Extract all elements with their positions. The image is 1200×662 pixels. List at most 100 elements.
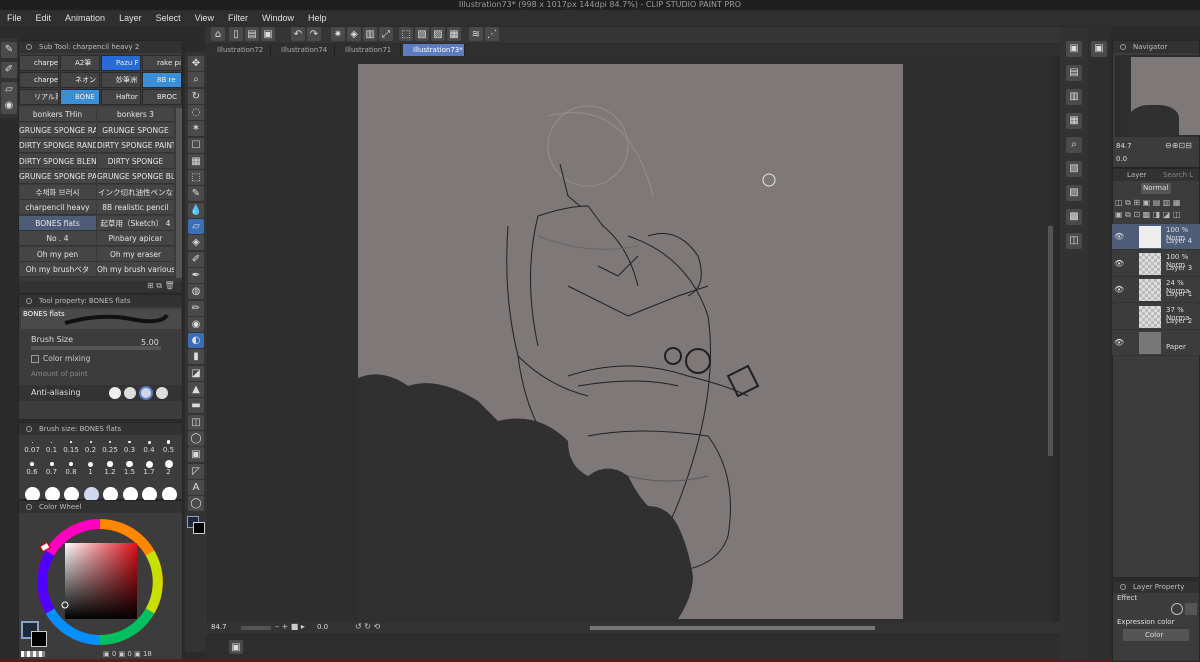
dock-auto-icon[interactable]: ▩ <box>1066 209 1082 225</box>
dock-history-icon[interactable]: ▥ <box>1066 89 1082 105</box>
fill-icon[interactable]: ◈ <box>347 27 361 41</box>
brush-size-preset[interactable] <box>109 441 111 443</box>
subtool-cell[interactable]: ネオン <box>60 72 100 88</box>
decoration-icon[interactable]: ✒ <box>188 267 204 283</box>
redo-icon[interactable]: ↷ <box>307 27 321 41</box>
brush-size-preset[interactable] <box>128 440 131 444</box>
vector-icon[interactable]: ◸ <box>188 463 204 479</box>
brush-size-preset[interactable] <box>31 441 33 443</box>
ellipse-icon[interactable]: ◯ <box>188 430 204 446</box>
aa-weak-option[interactable] <box>124 387 136 399</box>
canvas-angle-value[interactable]: 0.0 <box>317 623 328 631</box>
brush-item[interactable]: bonkers 3 <box>97 107 174 122</box>
dock-item-icon[interactable]: ▣ <box>1066 41 1082 57</box>
brush-item[interactable]: charpencil heavy <box>19 200 96 215</box>
brush-size-preset[interactable] <box>51 441 52 443</box>
transparent-swatch[interactable] <box>21 651 45 657</box>
brush-size-preset[interactable] <box>147 440 151 444</box>
balloon-icon[interactable]: ◯ <box>188 496 204 512</box>
eraser-tool-icon[interactable]: ▱ <box>188 219 204 234</box>
brush-size-preset[interactable] <box>126 460 133 468</box>
pen-icon[interactable]: ✎ <box>188 186 204 202</box>
layer-tab[interactable]: Layer <box>1127 171 1147 179</box>
color-mixing-checkbox[interactable] <box>31 355 39 363</box>
brush-size-preset[interactable] <box>70 441 72 443</box>
subtool-cell[interactable]: Pazu F <box>101 55 141 71</box>
eraser-icon[interactable]: ▱ <box>1 82 17 98</box>
dock-search-icon[interactable]: ⌕ <box>1066 137 1082 153</box>
invert-selection-icon[interactable]: ▧ <box>415 27 429 41</box>
undo-icon[interactable]: ↶ <box>291 27 305 41</box>
brush-item[interactable]: GRUNGE SPONGE RA <box>19 122 96 138</box>
navigator-zoom[interactable]: 84.7 <box>1116 142 1132 150</box>
selection-border-icon[interactable]: ▨ <box>431 27 445 41</box>
subtool-cell[interactable]: A2筆 <box>60 55 100 71</box>
layer-row[interactable]: 37 % Norma Layer 2 <box>1112 303 1200 330</box>
layer-toolbar[interactable]: ◫ ⧉ ⊞ ▣ ▤ ▥ ▦ ▣ ⧉ ⊡ ▩ ◨ ◪ ◫ <box>1115 197 1199 223</box>
blend-icon[interactable]: 💧 <box>188 202 204 218</box>
brush-item[interactable]: GRUNGE SPONGE <box>97 122 174 138</box>
subtool-cell[interactable]: 8B re <box>142 72 182 88</box>
dock-layer-icon[interactable]: ▦ <box>1066 113 1082 129</box>
pencil-tool-icon[interactable]: ✏ <box>188 300 204 316</box>
subtool-cell[interactable]: BONE <box>60 89 100 105</box>
tone-effect-icon[interactable] <box>1185 603 1197 615</box>
new-file-icon[interactable]: ▯ <box>229 27 243 41</box>
brush-item[interactable]: DIRTY SPONGE PAINT <box>97 138 174 153</box>
layer-row[interactable]: 👁 24 % Norma Layer 1 <box>1112 277 1200 303</box>
grid-icon[interactable]: ▦ <box>188 153 204 169</box>
operation-icon[interactable]: ☐ <box>188 137 204 153</box>
rotate-buttons[interactable]: ↺ ↻ ⟲ <box>355 622 380 631</box>
brush-item[interactable]: インク切れ油性ペンな <box>97 184 174 200</box>
move-icon[interactable]: ✥ <box>188 56 204 71</box>
marker-icon[interactable]: ▮ <box>188 349 204 365</box>
show-selection-icon[interactable]: ▦ <box>447 27 461 41</box>
brush-item[interactable]: DIRTY SPONGE RAND <box>19 138 96 153</box>
brush-item[interactable]: DIRTY SPONGE BLEN <box>19 153 96 169</box>
snap-icon[interactable]: ⋰ <box>485 27 499 41</box>
text-icon[interactable]: A <box>188 479 204 495</box>
menu-select[interactable]: Select <box>149 13 188 23</box>
brush-item[interactable]: DIRTY SPONGE <box>97 153 174 169</box>
tab-illustration71[interactable]: Illustration71 <box>335 44 401 56</box>
deselect-icon[interactable]: ⬚ <box>399 27 413 41</box>
aa-none-option[interactable] <box>109 387 121 399</box>
frame-icon[interactable]: ◫ <box>188 414 204 430</box>
layer-row[interactable]: 👁 Paper <box>1112 330 1200 356</box>
subtool-cell[interactable]: Haftor <box>101 89 141 105</box>
menu-window[interactable]: Window <box>255 13 301 23</box>
brush-size-preset[interactable] <box>88 461 93 467</box>
brush-item[interactable]: Oh my pen <box>19 246 96 262</box>
canvas-hscroll[interactable] <box>590 626 875 630</box>
eyedropper-icon[interactable]: ◐ <box>188 333 204 349</box>
rotate-icon[interactable]: ↻ <box>188 88 204 104</box>
brush-icon[interactable]: ✐ <box>1 62 17 78</box>
eye-icon[interactable]: 👁 <box>1114 285 1124 294</box>
subtool-cell[interactable]: rake pa <box>142 55 182 71</box>
brush-size-preset[interactable] <box>89 441 92 443</box>
brush-item[interactable]: GRUNGE SPONGE BLE <box>97 169 174 184</box>
brush-size-preset[interactable] <box>68 461 74 467</box>
gradient-icon[interactable]: ◪ <box>188 365 204 381</box>
navigator-buttons[interactable]: ⊖⊕⊡⊟ <box>1165 141 1192 150</box>
dock-palette-icon[interactable]: ▨ <box>1066 185 1082 201</box>
save-icon[interactable]: ▣ <box>261 27 275 41</box>
tab-illustration73[interactable]: Illustration73* <box>403 44 465 56</box>
brush-size-preset[interactable] <box>164 460 173 468</box>
brush-size-preset[interactable] <box>49 462 54 466</box>
ruler-icon[interactable]: ≋ <box>469 27 483 41</box>
sub-color-swatch[interactable] <box>31 631 47 647</box>
selection-icon[interactable]: ⬚ <box>188 170 204 186</box>
brush-size-preset[interactable] <box>107 461 113 467</box>
airbrush-icon[interactable]: ◍ <box>188 284 204 300</box>
scale-icon[interactable]: ⤢ <box>379 27 393 41</box>
brush-item[interactable]: No . 4 <box>19 231 96 246</box>
eye-icon[interactable]: 👁 <box>1114 259 1124 268</box>
dock-frame-icon[interactable]: ◫ <box>1066 233 1082 249</box>
navigator-preview[interactable] <box>1115 55 1200 137</box>
blend-mode-select[interactable]: Normal <box>1141 183 1171 194</box>
brush-item[interactable]: Oh my eraser <box>97 246 174 262</box>
brush-item[interactable]: GRUNGE SPONGE PA <box>19 169 96 184</box>
magic-wand-icon[interactable]: ✶ <box>188 121 204 137</box>
subtool-menu-icons[interactable]: ⊞ ⧉ 🗑 <box>147 281 175 291</box>
